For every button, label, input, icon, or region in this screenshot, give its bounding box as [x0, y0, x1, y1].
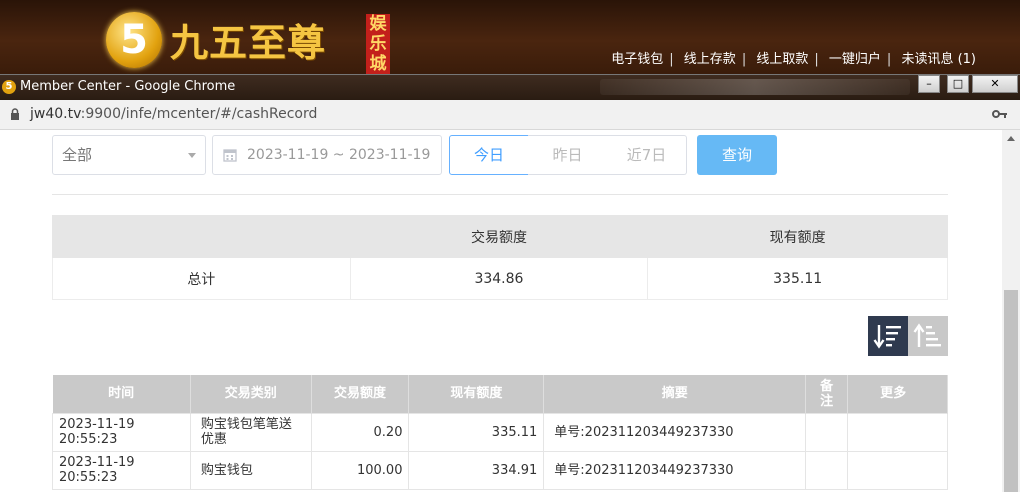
cell-more[interactable] [847, 412, 948, 452]
nav-one-click-transfer[interactable]: 一键归户 [829, 52, 881, 67]
cell-balance: 335.11 [408, 412, 545, 452]
col-header-type[interactable]: 交易类别 [190, 375, 312, 413]
cash-record-table: 时间 交易类别 交易额度 现有额度 摘要 备注 更多 2023-11-19 20… [52, 375, 948, 490]
col-header-time[interactable]: 时间 [52, 375, 191, 413]
top-nav: 电子钱包 | 线上存款 | 线上取款 | 一键归户 | 未读讯息 (1) [611, 52, 976, 67]
date-range-picker[interactable]: 2023-11-19 ~ 2023-11-19 [212, 135, 442, 175]
col-header-memo[interactable]: 摘要 [543, 375, 807, 413]
vertical-scrollbar[interactable] [1002, 130, 1020, 492]
key-icon[interactable] [992, 109, 1008, 119]
blurred-background [600, 79, 910, 95]
yesterday-button[interactable]: 昨日 [528, 135, 608, 175]
date-range-value: 2023-11-19 ~ 2023-11-19 [247, 147, 431, 163]
cell-amount: 100.00 [310, 450, 410, 490]
site-banner: 5 九五至尊 娱乐城 电子钱包 | 线上存款 | 线上取款 | 一键归户 | 未读讯息 … [0, 0, 1020, 74]
maximize-icon[interactable]: □ [947, 75, 969, 93]
summary-balance-total: 335.11 [647, 257, 948, 300]
page-content: 全部 2023-11-19 ~ 2023-11-19 今日 昨日 近7日 查询 … [0, 130, 1002, 492]
address-bar[interactable]: jw40.tv:9900/infe/mcenter/#/cashRecord [0, 100, 1020, 130]
url-text[interactable]: jw40.tv:9900/infe/mcenter/#/cashRecord [30, 106, 317, 122]
summary-header-balance: 现有额度 [647, 215, 948, 258]
summary-header-blank [52, 215, 351, 258]
query-button[interactable]: 查询 [697, 135, 777, 175]
logo-icon: 5 [106, 12, 162, 68]
cell-more[interactable] [847, 450, 948, 490]
summary-table: 交易额度 现有额度 总计 334.86 335.11 [52, 215, 948, 300]
site-favicon-icon: 5 [2, 80, 16, 94]
cell-memo: 单号:202311203449237330 [543, 450, 807, 490]
cell-type: 购宝钱包笔笔送优惠 [189, 412, 312, 452]
nav-unread-messages[interactable]: 未读讯息 (1) [901, 52, 976, 67]
summary-trade-total: 334.86 [349, 257, 649, 300]
nav-online-withdraw[interactable]: 线上取款 [756, 52, 808, 67]
nav-e-wallet[interactable]: 电子钱包 [611, 52, 663, 67]
logo-text: 九五至尊 [170, 21, 327, 65]
cell-amount: 0.20 [310, 412, 410, 452]
divider [52, 194, 948, 195]
cell-time: 2023-11-19 20:55:23 [52, 450, 191, 490]
cell-note [805, 450, 849, 490]
window-titlebar: 5 Member Center - Google Chrome – □ ✕ [0, 74, 1020, 100]
summary-header-trade: 交易额度 [349, 215, 649, 258]
scrollbar-thumb[interactable] [1004, 290, 1018, 492]
window-title: Member Center - Google Chrome [20, 79, 236, 94]
col-header-amount[interactable]: 交易额度 [311, 375, 410, 413]
chevron-down-icon [188, 153, 196, 158]
nav-online-deposit[interactable]: 线上存款 [684, 52, 736, 67]
minimize-icon[interactable]: – [918, 75, 940, 93]
calendar-icon [223, 149, 237, 162]
cell-note [805, 412, 849, 452]
table-row: 2023-11-19 20:55:23 购宝钱包笔笔送优惠 0.20 335.1… [52, 412, 948, 452]
sort-ascending-icon[interactable] [908, 316, 948, 356]
close-icon[interactable]: ✕ [972, 75, 1018, 93]
logo-subtitle: 娱乐城 [366, 14, 390, 74]
cell-type: 购宝钱包 [189, 450, 312, 490]
col-header-balance[interactable]: 现有额度 [408, 375, 545, 413]
table-row: 2023-11-19 20:55:23 购宝钱包 100.00 334.91 单… [52, 450, 948, 490]
cell-balance: 334.91 [408, 450, 545, 490]
select-value: 全部 [62, 146, 93, 164]
transaction-type-select[interactable]: 全部 [52, 135, 206, 175]
cell-time: 2023-11-19 20:55:23 [52, 412, 191, 452]
summary-total-label: 总计 [52, 257, 351, 300]
today-button[interactable]: 今日 [449, 135, 529, 175]
col-header-more[interactable]: 更多 [847, 375, 948, 413]
col-header-note[interactable]: 备注 [805, 375, 849, 413]
cell-memo: 单号:202311203449237330 [543, 412, 807, 452]
lock-icon [11, 108, 19, 120]
last-7-days-button[interactable]: 近7日 [607, 135, 687, 175]
sort-descending-icon[interactable] [868, 316, 908, 356]
scroll-up-arrow-icon[interactable] [1007, 136, 1015, 141]
